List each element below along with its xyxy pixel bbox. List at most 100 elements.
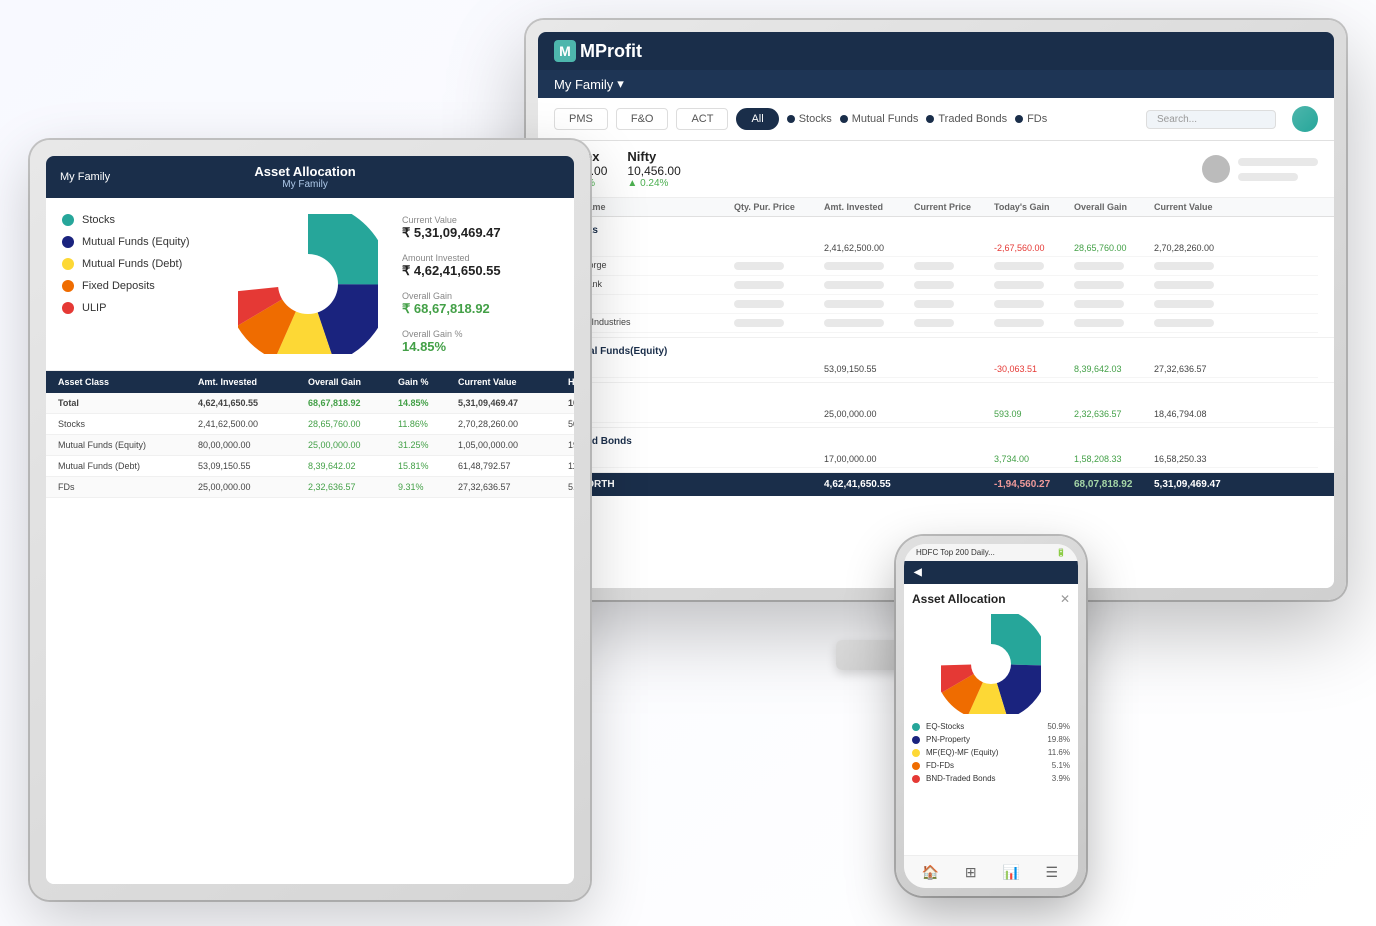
row-stocks-pct: 11.86% [398, 419, 458, 429]
skeleton-2 [1238, 173, 1298, 181]
fds-title[interactable]: ⊕ FDs [554, 387, 1318, 406]
bonds-total-row: 17,00,000.00 3,734.00 1,58,208.33 16,58,… [554, 451, 1318, 468]
tablet-family: My Family [60, 171, 110, 183]
phone-pct-prop: 19.8% [1047, 735, 1070, 744]
table-row[interactable]: Infosys [554, 295, 1318, 314]
bonds-title[interactable]: ⊕ Traded Bonds [554, 432, 1318, 451]
mprofit-name: MProfit [580, 41, 642, 62]
sk [1154, 319, 1214, 327]
row-mfeq-value: 1,05,00,000.00 [458, 440, 568, 450]
filter-mf[interactable]: Mutual Funds [840, 113, 919, 125]
mf-cur-val: 27,32,636.57 [1154, 364, 1244, 374]
tablet-screen: My Family Asset Allocation My Family [46, 156, 574, 884]
table-row[interactable]: FDs 25,00,000.00 2,32,636.57 9.31% 27,32… [46, 477, 574, 498]
row-stocks-class: Stocks [58, 419, 198, 429]
sk [1154, 300, 1214, 308]
phone-legend-fd: FD-FDs 5.1% [912, 761, 1070, 770]
legend-stocks-dot [62, 214, 74, 226]
phone-label-prop: PN-Property [926, 735, 970, 744]
sk [824, 262, 884, 270]
table-row[interactable]: Mutual Funds (Equity) 80,00,000.00 25,00… [46, 435, 574, 456]
phone-label-eq: EQ-Stocks [926, 722, 964, 731]
t-col-holding: Holding [568, 377, 574, 387]
phone-title-bar: Asset Allocation ✕ [912, 592, 1070, 606]
tab-all[interactable]: All [736, 108, 778, 130]
phone-dot-eq [912, 723, 920, 731]
close-button[interactable]: ✕ [1060, 592, 1070, 606]
family-name: My Family [554, 77, 613, 92]
phone-nav-home[interactable]: 🏠 [920, 862, 940, 882]
tablet-wrapper: My Family Asset Allocation My Family [30, 140, 590, 900]
table-row[interactable]: Stocks 2,41,62,500.00 28,65,760.00 11.86… [46, 414, 574, 435]
table-row[interactable]: HDFC Bank [554, 276, 1318, 295]
fds-cur-val: 18,46,794.08 [1154, 409, 1244, 419]
fds-total-row: 25,00,000.00 593.09 2,32,636.57 18,46,79… [554, 406, 1318, 423]
phone-legend-bnd: BND-Traded Bonds 3.9% [912, 774, 1070, 783]
col-amt-inv: Amt. Invested [824, 202, 914, 212]
legend-fixed-deposits: Fixed Deposits [62, 280, 222, 292]
row-mfeq-holding: 19.77% [568, 440, 574, 450]
nifty-value: 10,456.00 [627, 164, 680, 178]
row-fds-gain: 2,32,636.57 [308, 482, 398, 492]
tab-pms[interactable]: PMS [554, 108, 608, 130]
filter-fds-dot [1015, 115, 1023, 123]
phone-pie-center [971, 644, 1011, 684]
phone-nav-bar: 🏠 ⊞ 📊 ☰ [904, 855, 1078, 888]
stat-og-label: Overall Gain [402, 291, 501, 301]
bonds-overall-gain: 1,58,208.33 [1074, 454, 1154, 464]
table-row[interactable]: Bharat Forge [554, 257, 1318, 276]
ticker-nifty: Nifty 10,456.00 ▲ 0.24% [627, 149, 680, 189]
tab-act[interactable]: ACT [676, 108, 728, 130]
filter-bonds-dot [926, 115, 934, 123]
tablet-frame: My Family Asset Allocation My Family [30, 140, 590, 900]
phone-body: Asset Allocation ✕ [904, 584, 1078, 855]
filter-fds[interactable]: FDs [1015, 113, 1047, 125]
dropdown-arrow: ▾ [617, 76, 624, 92]
legend-mf-equity-dot [62, 236, 74, 248]
filter-stocks-dot [787, 115, 795, 123]
row-total-class: Total [58, 398, 198, 408]
table-row[interactable]: Mutual Funds (Debt) 53,09,150.55 8,39,64… [46, 456, 574, 477]
mf-today-gain: -30,063.51 [994, 364, 1074, 374]
phone-nav-menu[interactable]: ☰ [1042, 862, 1062, 882]
mprofit-m-icon: M [554, 40, 576, 62]
user-avatar-1 [1202, 155, 1230, 183]
row-fds-holding: 5.15% [568, 482, 574, 492]
legend-fd-label: Fixed Deposits [82, 280, 155, 292]
stocks-total-row: 2,41,62,500.00 -2,67,560.00 28,65,760.00… [554, 240, 1318, 257]
phone-label-fd: FD-FDs [926, 761, 954, 770]
bonds-invested: 17,00,000.00 [824, 454, 914, 464]
tab-fno[interactable]: F&O [616, 108, 669, 130]
legend-fd-dot [62, 280, 74, 292]
phone-app-header: ◀ [904, 561, 1078, 584]
user-avatar[interactable] [1292, 106, 1318, 132]
filter-stocks[interactable]: Stocks [787, 113, 832, 125]
mf-overall-gain: 8,39,642.03 [1074, 364, 1154, 374]
tablet-header: My Family Asset Allocation My Family [46, 156, 574, 198]
search-bar[interactable]: Search... [1146, 110, 1276, 129]
legend-ulip-dot [62, 302, 74, 314]
phone-nav-chart[interactable]: 📊 [1001, 862, 1021, 882]
stocks-title[interactable]: ⊕ Stocks [554, 221, 1318, 240]
phone-label-bnd: BND-Traded Bonds [926, 774, 996, 783]
pie-chart-svg [238, 214, 378, 354]
phone-nav-grid[interactable]: ⊞ [961, 862, 981, 882]
col-cur-price: Current Price [914, 202, 994, 212]
filter-bonds[interactable]: Traded Bonds [926, 113, 1007, 125]
fds-overall-gain: 2,32,636.57 [1074, 409, 1154, 419]
sk [994, 262, 1044, 270]
family-dropdown[interactable]: My Family ▾ [554, 76, 624, 92]
mf-equity-title[interactable]: ⊕ Mutual Funds(Equity) [554, 342, 1318, 361]
t-col-gain: Overall Gain [308, 377, 398, 387]
tablet-table: Asset Class Amt. Invested Overall Gain G… [46, 371, 574, 884]
table-row[interactable]: Reliance Industries [554, 314, 1318, 333]
sk [824, 300, 884, 308]
net-worth-cur-val: 5,31,09,469.47 [1154, 479, 1244, 490]
legend-stocks-label: Stocks [82, 214, 115, 226]
table-row[interactable]: Total 4,62,41,650.55 68,67,818.92 14.85%… [46, 393, 574, 414]
tablet-header-center: Asset Allocation My Family [254, 164, 355, 190]
stat-ai-value: ₹ 4,62,41,650.55 [402, 263, 501, 279]
phone-pct-mfeq: 11.6% [1048, 748, 1070, 757]
stat-amount-invested: Amount Invested ₹ 4,62,41,650.55 [402, 253, 501, 279]
phone-pie-svg [941, 614, 1041, 714]
